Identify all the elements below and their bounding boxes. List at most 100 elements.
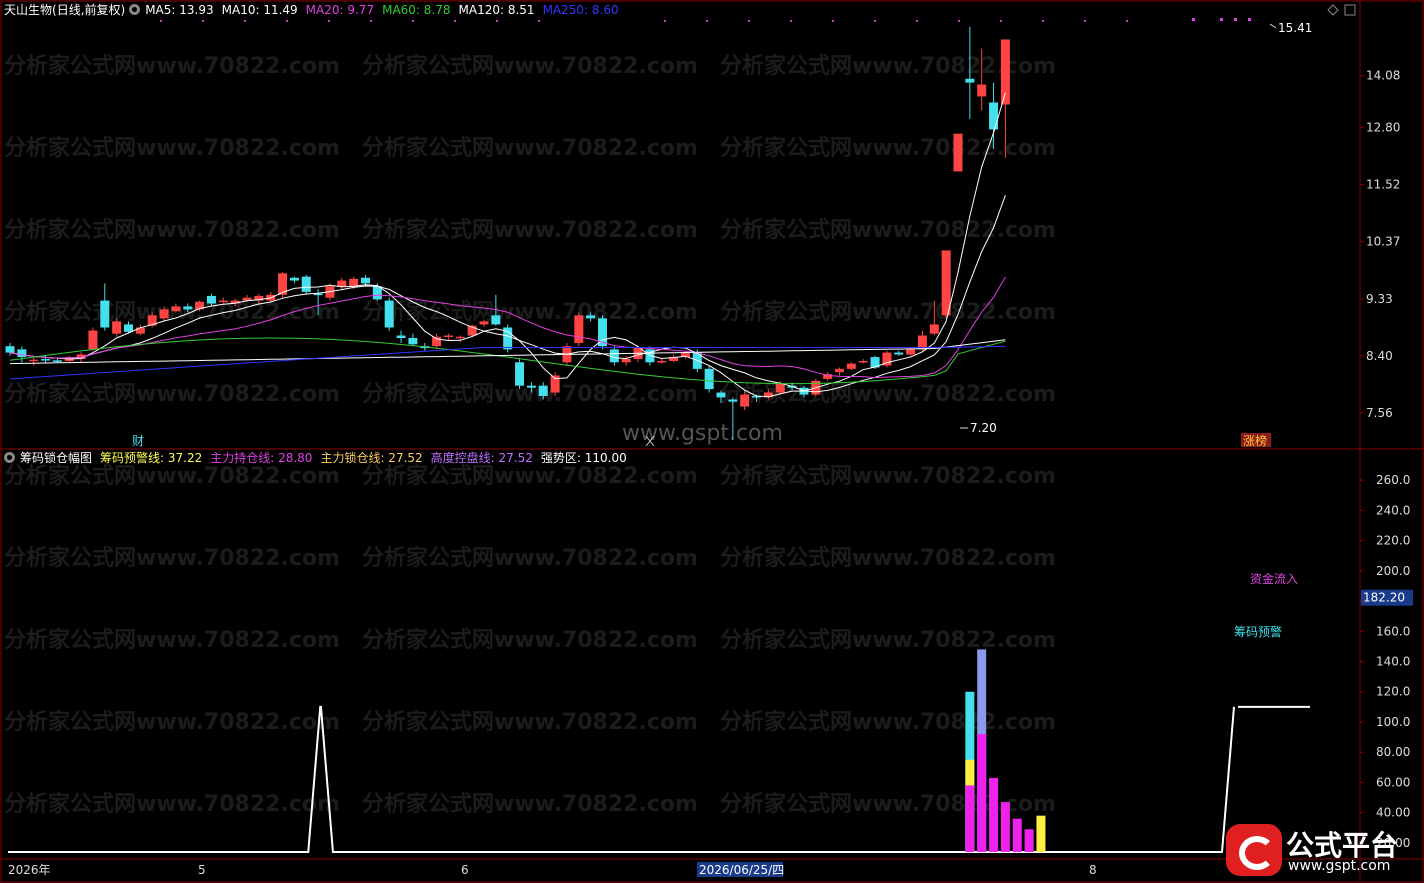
sub-axis-label: 60.00 bbox=[1376, 775, 1410, 789]
sub-axis-label: 160.0 bbox=[1376, 624, 1410, 638]
candle-body bbox=[775, 383, 785, 393]
chip-bar-magenta bbox=[1024, 829, 1034, 852]
signal-dot bbox=[244, 20, 246, 22]
sub-axis-label: 260.0 bbox=[1376, 473, 1410, 487]
signal-dot bbox=[202, 20, 204, 22]
candle-body bbox=[894, 352, 904, 355]
diamond-icon bbox=[1327, 4, 1339, 16]
logo-mark-icon bbox=[1226, 824, 1282, 876]
candle-body bbox=[704, 368, 714, 390]
watermark-text: 分析家公式网www.70822.com bbox=[362, 53, 698, 79]
watermark-text: 分析家公式网www.70822.com bbox=[4, 381, 340, 407]
watermark-text: 分析家公式网www.70822.com bbox=[362, 545, 698, 571]
candle-body bbox=[408, 338, 418, 345]
signal-dot bbox=[412, 20, 414, 22]
watermark-text: 分析家公式网www.70822.com bbox=[362, 463, 698, 489]
date-label-june: 6 bbox=[461, 863, 469, 877]
price-axis-label: 8.40 bbox=[1366, 349, 1393, 363]
candle-body bbox=[218, 300, 228, 303]
watermark-text: 分析家公式网www.70822.com bbox=[720, 709, 1056, 735]
ma-legend-item[interactable]: MA250: 8.60 bbox=[543, 3, 619, 17]
ma-legend-item[interactable]: MA60: 8.78 bbox=[382, 3, 450, 17]
signal-dot bbox=[706, 20, 708, 22]
eye-icon[interactable] bbox=[4, 452, 15, 463]
price-axis-label: 9.33 bbox=[1366, 292, 1393, 306]
watermark-text: 分析家公式网www.70822.com bbox=[362, 217, 698, 243]
signal-dot bbox=[1192, 18, 1195, 21]
watermark-text: 分析家公式网www.70822.com bbox=[720, 463, 1056, 489]
candle-body bbox=[29, 359, 39, 362]
ma-legend-item[interactable]: MA120: 8.51 bbox=[459, 3, 535, 17]
maximize-icon bbox=[1344, 4, 1356, 16]
candle-body bbox=[100, 300, 110, 328]
candle-body bbox=[526, 385, 536, 388]
candle-body bbox=[929, 324, 939, 334]
candle-body bbox=[52, 360, 62, 362]
ma-legend-item[interactable]: MA10: 11.49 bbox=[222, 3, 298, 17]
candle-body bbox=[716, 392, 726, 398]
signal-dot bbox=[1000, 20, 1002, 22]
signal-dot bbox=[874, 20, 876, 22]
signal-dot bbox=[496, 20, 498, 22]
sub-legend-item[interactable]: 主力持仓线: 28.80 bbox=[210, 451, 312, 465]
watermark-text: 分析家公式网www.70822.com bbox=[4, 709, 340, 735]
signal-dot bbox=[1220, 18, 1223, 21]
ma-legend-item[interactable]: MA20: 9.77 bbox=[306, 3, 374, 17]
price-axis-label: 11.52 bbox=[1366, 177, 1400, 191]
watermark-text: 分析家公式网www.70822.com bbox=[362, 299, 698, 325]
watermark-text: 分析家公式网www.70822.com bbox=[4, 791, 340, 817]
candle-body bbox=[491, 315, 501, 325]
watermark-text: 分析家公式网www.70822.com bbox=[4, 53, 340, 79]
signal-dot bbox=[1234, 18, 1237, 21]
signal-dot bbox=[538, 20, 540, 22]
chart-area[interactable]: 分析家公式网www.70822.com 分析家公式网www.70822.com 分析… bbox=[0, 0, 1424, 883]
watermark-text: 分析家公式网www.70822.com bbox=[4, 299, 340, 325]
eye-icon[interactable] bbox=[129, 4, 141, 15]
candle-body bbox=[1000, 39, 1010, 105]
price-axis-label: 12.80 bbox=[1366, 120, 1400, 134]
candle-body bbox=[965, 78, 975, 83]
signal-dot bbox=[832, 20, 834, 22]
candle-body bbox=[41, 359, 51, 361]
watermark-text: 分析家公式网www.70822.com bbox=[4, 135, 340, 161]
candle-body bbox=[88, 330, 98, 350]
date-label-year: 2026年 bbox=[8, 863, 51, 877]
signal-dot bbox=[790, 20, 792, 22]
sub-chart-header: 筹码锁仓幅图 筹码预警线: 37.22 主力持仓线: 28.80 主力锁仓线: 27.… bbox=[4, 450, 635, 466]
sub-indicator-name[interactable]: 筹码锁仓幅图 bbox=[20, 451, 92, 465]
candle-body bbox=[906, 349, 916, 355]
ma-legend-item[interactable]: MA5: 13.93 bbox=[145, 3, 213, 17]
signal-dot bbox=[1084, 20, 1086, 22]
sub-legend-item[interactable]: 高度控盘线: 27.52 bbox=[431, 451, 533, 465]
main-chart-header: 天山生物(日线,前复权) MA5: 13.93 MA10: 11.49 MA20: 9… bbox=[4, 2, 627, 18]
sub-legend-item[interactable]: 强势区: 110.00 bbox=[541, 451, 627, 465]
watermark-text: 分析家公式网www.70822.com bbox=[720, 217, 1056, 243]
candle-body bbox=[301, 276, 311, 292]
signal-dot bbox=[916, 20, 918, 22]
candle-body bbox=[349, 278, 359, 287]
sub-axis-label: 140.0 bbox=[1376, 655, 1410, 669]
funds-in-label: 资金流入 bbox=[1250, 571, 1298, 586]
price-axis-label: 10.37 bbox=[1366, 235, 1400, 249]
signal-dot bbox=[286, 20, 288, 22]
candle-body bbox=[432, 336, 442, 347]
candle-body bbox=[171, 306, 181, 312]
candle-body bbox=[538, 385, 548, 396]
candle-body bbox=[621, 359, 631, 363]
chip-bar-magenta bbox=[977, 734, 987, 852]
sub-legend-item[interactable]: 筹码预警线: 37.22 bbox=[100, 451, 202, 465]
signal-dot bbox=[1126, 20, 1128, 22]
candle-body bbox=[657, 360, 667, 363]
stock-name[interactable]: 天山生物 bbox=[4, 3, 52, 17]
sub-legend-item[interactable]: 主力锁仓线: 27.52 bbox=[320, 451, 422, 465]
price-axis-label: 14.08 bbox=[1366, 69, 1400, 83]
chip-bar-magenta bbox=[1012, 818, 1022, 852]
candle-body bbox=[135, 327, 145, 334]
logo-url: www.gspt.com bbox=[1288, 858, 1391, 874]
watermark-text: 分析家公式网www.70822.com bbox=[362, 627, 698, 653]
chart-mode: (日线,前复权) bbox=[52, 3, 126, 17]
high-arrow bbox=[1269, 23, 1277, 29]
sub-axis-label: 40.00 bbox=[1376, 806, 1410, 820]
low-price-label: 7.20 bbox=[970, 421, 997, 435]
gspt-logo: 公式平台 www.gspt.com bbox=[1222, 820, 1422, 880]
